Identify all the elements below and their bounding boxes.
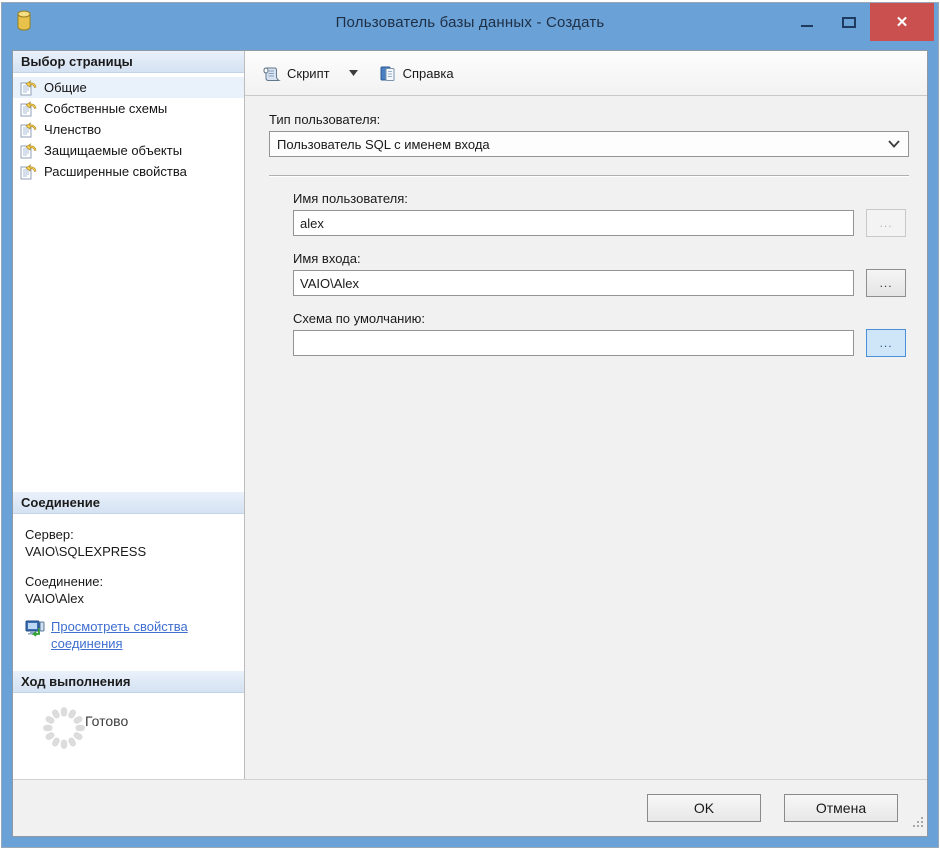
chevron-down-icon (888, 140, 900, 148)
script-dropdown-button[interactable] (345, 59, 362, 87)
view-connection-properties-link[interactable]: Просмотреть свойства соединения (51, 618, 223, 652)
user-name-browse-button: ... (866, 209, 906, 237)
connection-header: Соединение (13, 492, 244, 514)
close-icon: ✕ (895, 14, 909, 31)
page-icon (20, 121, 37, 137)
separator (269, 175, 909, 177)
footer: OK Отмена (13, 779, 927, 836)
connection-properties-icon (25, 618, 51, 652)
server-value: VAIO\SQLEXPRESS (25, 544, 147, 559)
maximize-icon (842, 16, 856, 28)
progress-section: Ход выполнения Готово (13, 671, 244, 779)
sidebar-item-label: Собственные схемы (44, 101, 168, 116)
help-button[interactable]: Справка (372, 59, 461, 87)
login-name-input[interactable] (293, 270, 855, 296)
connection-label: Соединение: (25, 574, 104, 589)
sidebar-item-label: Расширенные свойства (44, 164, 187, 179)
help-icon (380, 66, 395, 81)
form-area: Тип пользователя: Пользователь SQL с име… (245, 96, 927, 779)
default-schema-label: Схема по умолчанию: (293, 311, 425, 326)
title-bar[interactable]: Пользователь базы данных - Создать ✕ (2, 3, 938, 41)
connection-section: Соединение Сервер: VAIO\SQLEXPRESS Соеди… (13, 492, 244, 671)
default-schema-browse-button[interactable]: ... (866, 329, 906, 357)
sidebar-item-general[interactable]: Общие (13, 77, 244, 98)
toolbar: Скрипт Справка (245, 51, 927, 96)
user-name-input[interactable] (293, 210, 855, 236)
help-button-label: Справка (402, 65, 454, 81)
minimize-button[interactable] (786, 3, 828, 41)
script-button-label: Скрипт (287, 65, 330, 81)
user-type-label: Тип пользователя: (269, 112, 381, 127)
user-type-value: Пользователь SQL с именем входа (277, 136, 490, 152)
script-button[interactable]: Скрипт (255, 59, 337, 87)
login-name-browse-button[interactable]: ... (866, 269, 906, 297)
progress-header: Ход выполнения (13, 671, 244, 693)
main-panel: Скрипт Справка Тип пользователя: Пользов… (245, 51, 927, 779)
user-type-select[interactable]: Пользователь SQL с именем входа (269, 131, 909, 157)
sidebar-item-label: Членство (44, 122, 102, 137)
sidebar-item-membership[interactable]: Членство (13, 119, 244, 140)
sidebar-item-extended-properties[interactable]: Расширенные свойства (13, 161, 244, 182)
ok-button[interactable]: OK (647, 794, 761, 822)
sidebar-item-label: Общие (44, 80, 87, 95)
progress-spinner-icon (41, 705, 87, 756)
sidebar-item-owned-schemas[interactable]: Собственные схемы (13, 98, 244, 119)
page-icon (20, 163, 37, 179)
maximize-button[interactable] (828, 3, 870, 41)
page-icon (20, 79, 37, 95)
minimize-icon (801, 25, 813, 27)
page-icon (20, 100, 37, 116)
login-name-label: Имя входа: (293, 251, 361, 266)
page-icon (20, 142, 37, 158)
cancel-button[interactable]: Отмена (784, 794, 898, 822)
server-label: Сервер: (25, 527, 74, 542)
resize-grip-icon[interactable] (911, 815, 924, 833)
sidebar-item-label: Защищаемые объекты (44, 143, 183, 158)
default-schema-input[interactable] (293, 330, 855, 356)
dialog-window: Пользователь базы данных - Создать ✕ Выб… (1, 2, 939, 848)
page-selection-header: Выбор страницы (13, 51, 244, 73)
user-name-label: Имя пользователя: (293, 191, 408, 206)
close-button[interactable]: ✕ (870, 3, 934, 41)
sidebar: Выбор страницы Общие Собственные схемы Ч… (13, 51, 245, 779)
progress-status: Готово (85, 713, 129, 729)
sidebar-item-securables[interactable]: Защищаемые объекты (13, 140, 244, 161)
script-icon (263, 67, 281, 81)
page-selection-section: Выбор страницы Общие Собственные схемы Ч… (13, 51, 244, 492)
chevron-down-icon (348, 70, 358, 76)
connection-value: VAIO\Alex (25, 591, 85, 606)
database-icon (16, 8, 32, 37)
